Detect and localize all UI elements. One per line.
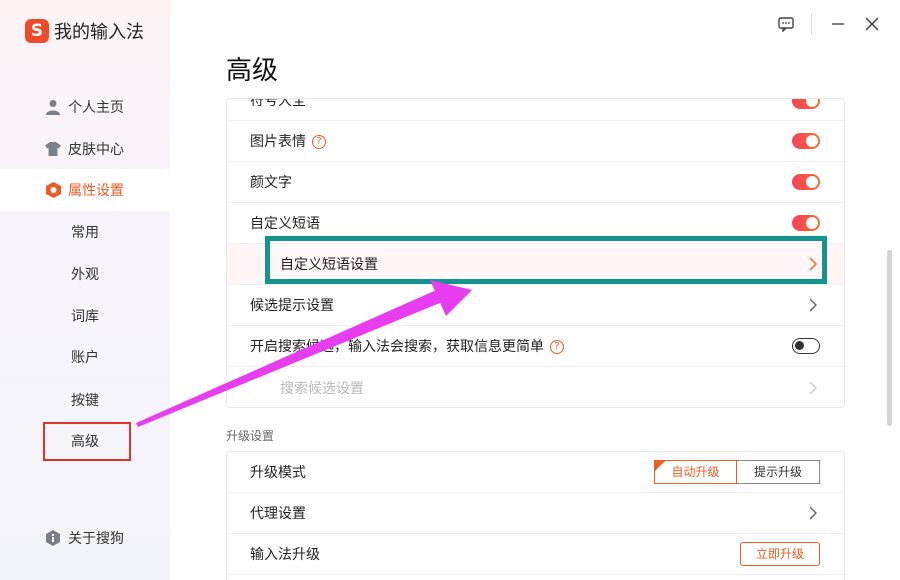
custom-phrase-toggle[interactable] [792,215,820,231]
row-label-text: 开启搜索候选，输入法会搜索，获取信息更简单 [250,339,544,355]
auto-upgrade-option[interactable]: 自动升级 [654,460,737,484]
sidebar-item-label: 关于搜狗 [68,531,124,547]
sidebar-item-label: 属性设置 [68,183,124,199]
sidebar-sub-item-keys[interactable]: 按键 [71,389,99,413]
close-button[interactable] [862,14,882,34]
sidebar-item-label: 个人主页 [68,100,124,116]
advanced-highlight-box [43,422,131,461]
row-upgrade-mode: 升级模式 自动升级 提示升级 [227,452,844,493]
section-label-upgrade: 升级设置 [226,429,275,443]
chevron-right-icon [809,506,817,520]
app-logo: S 我的输入法 [25,18,144,44]
sidebar-item-skins[interactable]: 皮肤中心 [0,128,170,170]
row-custom-phrase-settings[interactable]: 自定义短语设置 [227,244,844,285]
row-image-emoji[interactable]: 图片表情? [227,121,844,162]
chevron-right-icon [809,298,817,312]
row-label: 输入法升级 [250,547,320,563]
row-label: 符号大全 [250,98,306,109]
feedback-icon [778,16,794,32]
row-kaomoji[interactable]: 颜文字 [227,162,844,203]
row-label: 升级模式 [250,465,306,481]
sidebar-sub-item-common[interactable]: 常用 [71,221,99,245]
prompt-upgrade-option[interactable]: 提示升级 [737,460,820,484]
row-label: 代理设置 [250,506,306,522]
tshirt-icon [45,141,61,157]
hexagon-gear-icon [45,182,61,198]
help-icon[interactable]: ? [312,135,326,149]
row-label: 自定义短语 [250,216,320,232]
row-label: 搜索候选设置 [280,380,364,397]
feedback-button[interactable] [776,14,796,34]
row-candidate-tips[interactable]: 候选提示设置 [227,285,844,326]
upgrade-now-button[interactable]: 立即升级 [740,542,820,566]
sidebar-sub-item-appearance[interactable]: 外观 [71,263,99,287]
kaomoji-toggle[interactable] [792,174,820,190]
minimize-button[interactable] [828,14,848,34]
row-proxy-settings[interactable]: 代理设置 [227,493,844,534]
sidebar-item-properties[interactable]: 属性设置 [0,169,170,211]
advanced-settings-card: 符号大全 图片表情? 颜文字 自定义短语 自定义短语设置 候选提示设置 开启搜索… [226,98,845,408]
person-icon [45,99,61,115]
sidebar-sub-item-dictionary[interactable]: 词库 [71,305,99,329]
sidebar-item-about[interactable]: 关于搜狗 [0,517,170,559]
scrollbar-thumb[interactable] [887,250,892,426]
sogou-logo-icon: S [25,19,49,43]
sidebar: S 我的输入法 个人主页 皮肤中心 属性设置 常用 外观 词库 账户 按键 高级… [0,0,170,580]
row-search-candidates[interactable]: 开启搜索候选，输入法会搜索，获取信息更简单? [227,326,844,367]
upgrade-settings-card: 升级模式 自动升级 提示升级 代理设置 输入法升级 立即升级 [226,451,845,580]
close-icon [865,17,879,31]
help-icon[interactable]: ? [550,340,564,354]
chevron-right-icon [809,381,817,394]
row-label: 开启搜索候选，输入法会搜索，获取信息更简单? [250,336,564,356]
minimize-icon [832,23,844,25]
upgrade-mode-segmented: 自动升级 提示升级 [654,460,820,484]
row-label-text: 图片表情 [250,134,306,150]
row-symbols[interactable]: 符号大全 [227,98,844,121]
image-emoji-toggle[interactable] [792,133,820,149]
symbols-toggle[interactable] [792,99,820,109]
sidebar-item-label: 皮肤中心 [68,142,124,158]
row-label: 颜文字 [250,175,292,191]
sidebar-item-profile[interactable]: 个人主页 [0,86,170,128]
window-controls-divider [811,14,812,34]
chevron-right-icon [809,257,817,271]
sidebar-sub-item-account[interactable]: 账户 [71,346,99,370]
search-candidates-toggle[interactable] [792,338,820,354]
row-search-candidate-settings: 搜索候选设置 [227,367,844,407]
row-label: 图片表情? [250,131,326,151]
page-title: 高级 [226,56,279,86]
row-custom-phrase[interactable]: 自定义短语 [227,203,844,244]
row-ime-upgrade: 输入法升级 立即升级 [227,534,844,575]
row-label: 候选提示设置 [250,298,334,314]
row-label: 自定义短语设置 [280,257,378,273]
info-icon [45,530,61,546]
app-title: 我的输入法 [54,22,144,43]
